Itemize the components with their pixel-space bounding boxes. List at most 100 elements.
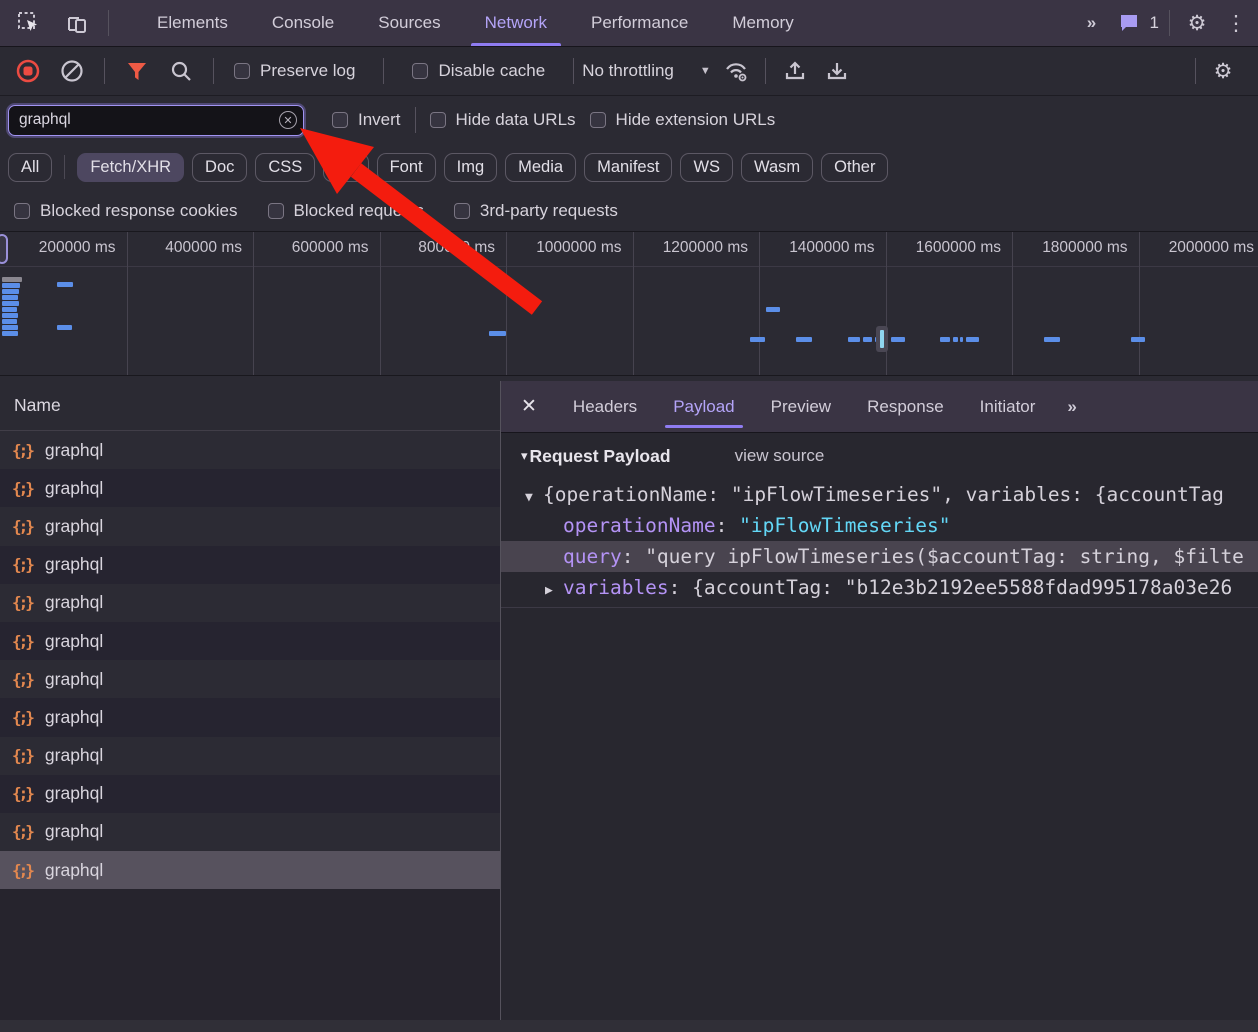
more-tabs-icon[interactable]: » <box>1078 6 1104 40</box>
chip-fetch-xhr[interactable]: Fetch/XHR <box>77 153 184 182</box>
view-source-link[interactable]: view source <box>735 446 825 466</box>
request-row[interactable]: {;}graphql <box>0 698 500 736</box>
chip-media[interactable]: Media <box>505 153 576 182</box>
request-row[interactable]: {;}graphql <box>0 813 500 851</box>
checkbox[interactable] <box>268 203 284 219</box>
chip-img[interactable]: Img <box>444 153 498 182</box>
filter-row: ✕ Invert Hide data URLs Hide extension U… <box>0 96 1258 144</box>
expand-caret-icon[interactable]: ▼ <box>525 482 543 510</box>
tab-performance[interactable]: Performance <box>569 0 710 46</box>
search-icon[interactable] <box>169 59 193 83</box>
request-row[interactable]: {;}graphql <box>0 622 500 660</box>
checkbox[interactable] <box>332 112 348 128</box>
blocked-requests-checkbox[interactable]: Blocked requests <box>268 201 424 221</box>
tab-console[interactable]: Console <box>250 0 356 46</box>
request-payload-section-header[interactable]: ▾ Request Payload view source <box>501 433 1258 479</box>
checkbox[interactable] <box>412 63 428 79</box>
record-icon[interactable] <box>16 59 40 83</box>
network-settings-icon[interactable]: ⚙ <box>1206 54 1240 88</box>
hide-data-urls-checkbox[interactable]: Hide data URLs <box>430 110 576 130</box>
timeline-gridline <box>380 232 381 375</box>
import-har-icon[interactable] <box>778 54 812 88</box>
details-tab-payload[interactable]: Payload <box>655 381 752 432</box>
tab-network[interactable]: Network <box>463 0 569 46</box>
payload-tree: ▼{operationName: "ipFlowTimeseries", var… <box>501 479 1258 608</box>
chip-font[interactable]: Font <box>377 153 436 182</box>
request-row[interactable]: {;}graphql <box>0 851 500 889</box>
network-overview-timeline[interactable]: 200000 ms400000 ms600000 ms800000 ms1000… <box>0 232 1258 376</box>
kebab-menu-icon[interactable]: ⋮ <box>1224 6 1248 40</box>
json-icon: {;} <box>12 555 35 574</box>
chip-ws[interactable]: WS <box>680 153 733 182</box>
json-icon: {;} <box>12 632 35 651</box>
overview-grip-handle[interactable] <box>0 234 8 264</box>
request-row[interactable]: {;}graphql <box>0 737 500 775</box>
close-icon[interactable]: ✕ <box>501 381 555 432</box>
throttling-select[interactable]: No throttling ▼ <box>582 61 711 81</box>
payload-line[interactable]: ▶variables: {accountTag: "b12e3b2192ee55… <box>501 572 1258 603</box>
preserve-log-checkbox[interactable]: Preserve log <box>234 61 355 81</box>
waterfall-bar <box>57 325 72 330</box>
chip-doc[interactable]: Doc <box>192 153 247 182</box>
hide-extension-urls-checkbox[interactable]: Hide extension URLs <box>590 110 776 130</box>
payload-key: operationName <box>563 514 716 537</box>
checkbox[interactable] <box>14 203 30 219</box>
chip-wasm[interactable]: Wasm <box>741 153 813 182</box>
waterfall-bar <box>2 325 18 330</box>
request-name: graphql <box>45 745 103 766</box>
details-tab-preview[interactable]: Preview <box>753 381 849 432</box>
tab-memory[interactable]: Memory <box>710 0 815 46</box>
3rd-party-requests-checkbox[interactable]: 3rd-party requests <box>454 201 618 221</box>
request-row[interactable]: {;}graphql <box>0 507 500 545</box>
device-toolbar-icon[interactable] <box>60 6 94 40</box>
request-row[interactable]: {;}graphql <box>0 584 500 622</box>
tab-elements[interactable]: Elements <box>135 0 250 46</box>
network-conditions-icon[interactable] <box>719 54 753 88</box>
settings-icon[interactable]: ⚙ <box>1180 6 1214 40</box>
payload-line[interactable]: query: "query ipFlowTimeseries($accountT… <box>501 541 1258 572</box>
requests-list: {;}graphql{;}graphql{;}graphql{;}graphql… <box>0 431 500 1020</box>
disable-cache-checkbox[interactable]: Disable cache <box>412 61 545 81</box>
request-row[interactable]: {;}graphql <box>0 775 500 813</box>
checkbox[interactable] <box>590 112 606 128</box>
request-row[interactable]: {;}graphql <box>0 431 500 469</box>
clear-icon[interactable] <box>60 59 84 83</box>
inspect-element-icon[interactable] <box>12 6 46 40</box>
request-name: graphql <box>45 669 103 690</box>
chip-css[interactable]: CSS <box>255 153 315 182</box>
payload-key: variables <box>563 576 669 599</box>
request-row[interactable]: {;}graphql <box>0 469 500 507</box>
checkbox[interactable] <box>234 63 250 79</box>
chip-other[interactable]: Other <box>821 153 888 182</box>
clear-filter-icon[interactable]: ✕ <box>279 111 297 129</box>
filter-icon[interactable] <box>125 59 149 83</box>
payload-line[interactable]: ▼{operationName: "ipFlowTimeseries", var… <box>501 479 1258 510</box>
details-tab-initiator[interactable]: Initiator <box>962 381 1054 432</box>
filter-input[interactable] <box>8 105 304 136</box>
details-more-tabs-icon[interactable]: » <box>1053 381 1088 432</box>
waterfall-bar <box>2 331 18 336</box>
details-tab-response[interactable]: Response <box>849 381 962 432</box>
timeline-tick-label: 800000 ms <box>418 239 495 257</box>
request-row[interactable]: {;}graphql <box>0 660 500 698</box>
chip-all[interactable]: All <box>8 153 52 182</box>
expand-caret-icon[interactable]: ▶ <box>545 575 563 603</box>
blocked-response-cookies-checkbox[interactable]: Blocked response cookies <box>14 201 238 221</box>
request-name: graphql <box>45 516 103 537</box>
name-column-header[interactable]: Name <box>0 381 500 431</box>
messages-icon[interactable] <box>1114 6 1144 40</box>
export-har-icon[interactable] <box>820 54 854 88</box>
request-row[interactable]: {;}graphql <box>0 546 500 584</box>
checkbox[interactable] <box>430 112 446 128</box>
chip-js[interactable]: JS <box>323 153 368 182</box>
timeline-gridline <box>253 232 254 375</box>
payload-value: "query ipFlowTimeseries($accountTag: str… <box>645 545 1244 568</box>
details-tab-headers[interactable]: Headers <box>555 381 655 432</box>
section-caret-icon[interactable]: ▾ <box>521 448 528 464</box>
checkbox[interactable] <box>454 203 470 219</box>
waterfall-bar <box>2 319 17 324</box>
payload-line[interactable]: operationName: "ipFlowTimeseries" <box>501 510 1258 541</box>
chip-manifest[interactable]: Manifest <box>584 153 672 182</box>
tab-sources[interactable]: Sources <box>356 0 462 46</box>
invert-checkbox[interactable]: Invert <box>332 110 401 130</box>
